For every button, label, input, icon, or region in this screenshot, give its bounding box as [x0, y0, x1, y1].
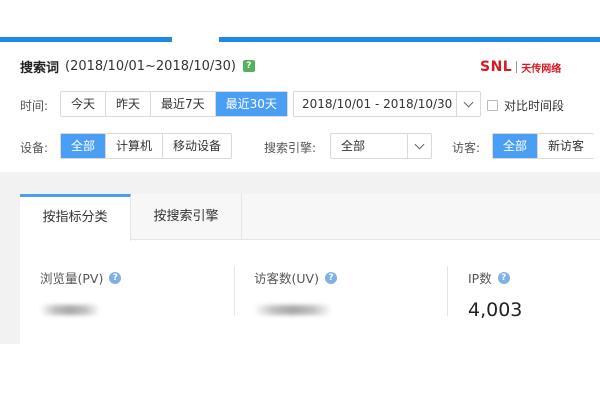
metric-pv-value-obscured [40, 305, 100, 315]
chevron-down-icon [414, 139, 425, 150]
metric-pv-label: 浏览量(PV) [40, 271, 104, 286]
compare-label: 对比时间段 [504, 99, 565, 113]
metric-ip-label: IP数 [468, 271, 492, 286]
visitor-all-button[interactable]: 全部 [493, 134, 539, 158]
brand-logo: SNL 天传网络 [480, 58, 561, 76]
time-segment: 今天 昨天 最近7天 最近30天 [60, 91, 288, 117]
metric-divider [447, 266, 448, 316]
tab-bar: 按指标分类 按搜索引擎 [20, 194, 600, 241]
page-title: 搜索词 [20, 60, 60, 76]
help-icon[interactable]: ? [242, 60, 255, 72]
tab-by-metric[interactable]: 按指标分类 [20, 194, 131, 241]
visitor-new-button[interactable]: 新访客 [538, 134, 594, 158]
metrics-card: 按指标分类 按搜索引擎 浏览量(PV) ? 访客数(UV) ? IP数 ? 4,… [20, 194, 600, 344]
tab-by-engine[interactable]: 按搜索引擎 [131, 194, 242, 240]
time-yesterday-button[interactable]: 昨天 [106, 92, 152, 116]
date-range-picker[interactable]: 2018/10/01 - 2018/10/30 [293, 91, 481, 117]
brand-separator [516, 61, 518, 73]
brand-snl: SNL [480, 59, 513, 75]
metric-uv-value-obscured [254, 305, 332, 315]
page-title-row: 搜索词 (2018/10/01~2018/10/30) ? [20, 56, 255, 76]
visitor-label: 访客: [452, 141, 481, 155]
device-mobile-button[interactable]: 移动设备 [163, 134, 231, 158]
metric-pv: 浏览量(PV) ? [40, 268, 230, 328]
metric-uv-label-row: 访客数(UV) ? [254, 268, 444, 287]
time-30days-button[interactable]: 最近30天 [215, 92, 287, 116]
time-today-button[interactable]: 今天 [61, 92, 107, 116]
metric-ip-value: 4,003 [468, 299, 523, 321]
time-label: 时间: [20, 99, 49, 113]
device-all-button[interactable]: 全部 [61, 134, 107, 158]
time-7days-button[interactable]: 最近7天 [151, 92, 216, 116]
question-icon[interactable]: ? [497, 271, 510, 284]
date-range-value: 2018/10/01 - 2018/10/30 [302, 97, 453, 111]
metric-divider [234, 266, 235, 316]
brand-name: 天传网络 [521, 63, 562, 75]
compare-checkbox[interactable] [487, 100, 498, 111]
metric-uv-label: 访客数(UV) [254, 271, 319, 286]
compare-toggle[interactable]: 对比时间段 [487, 97, 564, 114]
visitor-segment: 全部 新访客 [492, 133, 595, 159]
metric-ip: IP数 ? 4,003 [468, 268, 598, 328]
metric-uv: 访客数(UV) ? [254, 268, 444, 328]
engine-dropdown-toggle[interactable] [407, 134, 431, 158]
metric-ip-label-row: IP数 ? [468, 268, 598, 287]
page: 搜索词 (2018/10/01~2018/10/30) ? SNL 天传网络 时… [0, 0, 600, 405]
engine-label: 搜索引擎: [264, 141, 317, 155]
chevron-down-icon [463, 97, 474, 108]
filter-panel: 搜索词 (2018/10/01~2018/10/30) ? SNL 天传网络 时… [0, 42, 600, 172]
date-range-title: (2018/10/01~2018/10/30) [65, 58, 236, 74]
device-label: 设备: [20, 141, 49, 155]
question-icon[interactable]: ? [324, 271, 337, 284]
engine-select[interactable]: 全部 [330, 133, 432, 159]
date-dropdown-toggle[interactable] [456, 92, 480, 116]
engine-select-value: 全部 [341, 139, 366, 153]
metric-pv-label-row: 浏览量(PV) ? [40, 268, 230, 287]
device-computer-button[interactable]: 计算机 [106, 134, 164, 158]
question-icon[interactable]: ? [109, 271, 122, 284]
device-segment: 全部 计算机 移动设备 [60, 133, 233, 159]
